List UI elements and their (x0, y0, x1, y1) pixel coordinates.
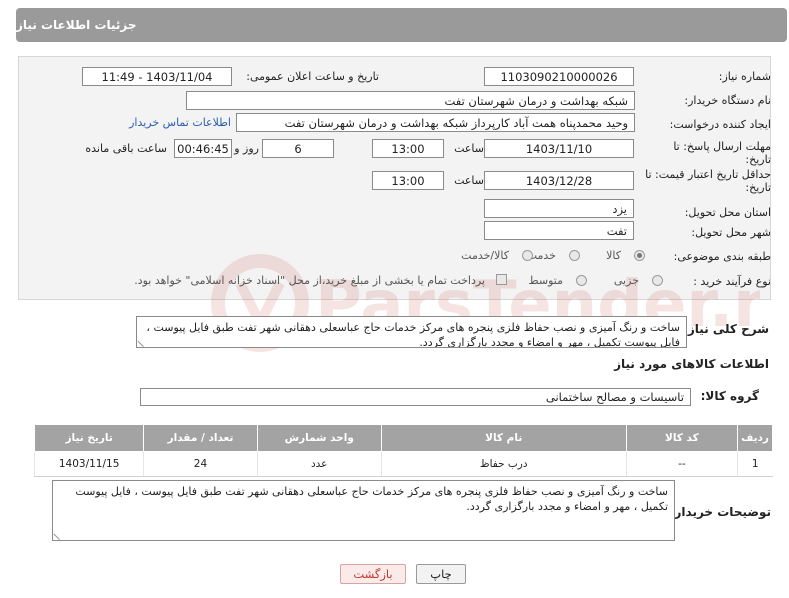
goods-section-title: اطلاعات کالاهای مورد نیاز (614, 357, 769, 371)
announce-field: 1403/11/04 - 11:49 (82, 67, 232, 86)
buyer-org-label: نام دستگاه خریدار: (684, 94, 771, 107)
back-button[interactable]: بازگشت (340, 564, 406, 584)
category-radio-both[interactable] (522, 250, 533, 261)
cell-need-date: 1403/11/15 (33, 451, 144, 477)
announce-label: تاریخ و ساعت اعلان عمومی: (246, 70, 379, 83)
table-row: 1 -- درب حفاظ عدد 24 1403/11/15 (33, 451, 773, 477)
treasury-payment-note: پرداخت تمام یا بخشی از مبلغ خرید،از محل … (134, 274, 485, 287)
cell-quantity: 24 (143, 451, 258, 477)
reply-deadline-date-label: تاریخ: (745, 153, 771, 166)
buyer-notes-label: توضیحات خریدار: (669, 505, 771, 519)
remaining-time-label: ساعت باقی مانده (85, 142, 167, 155)
need-number-label: شماره نیاز: (718, 70, 771, 83)
buyer-org-field: شبکه بهداشت و درمان شهرستان تفت (186, 91, 635, 110)
process-option-minor: جزیی (613, 274, 639, 287)
process-radio-minor[interactable] (652, 275, 663, 286)
category-radio-service[interactable] (569, 250, 580, 261)
city-label: شهر محل تحویل: (691, 226, 771, 239)
buyer-notes-text: ساخت و رنگ آمیزی و نصب حفاظ فلزی پنجره ه… (75, 485, 668, 513)
page-title: جزئیات اطلاعات نیاز (16, 8, 787, 42)
category-label: طبقه بندی موضوعی: (673, 250, 771, 263)
category-option-goods: کالا (606, 249, 621, 262)
cell-unit: عدد (256, 451, 382, 477)
goods-group-label: گروه کالا: (700, 389, 759, 403)
description-textarea[interactable]: ساخت و رنگ آمیزی و نصب حفاظ فلزی پنجره ه… (136, 316, 687, 348)
col-code: کد کالا (625, 424, 739, 452)
validity-time-field: 13:00 (372, 171, 444, 190)
days-label: روز و (234, 142, 259, 155)
province-label: استان محل تحویل: (684, 206, 771, 219)
description-text: ساخت و رنگ آمیزی و نصب حفاظ فلزی پنجره ه… (146, 321, 680, 348)
reply-time-field: 13:00 (372, 139, 444, 158)
cell-name: درب حفاظ (380, 451, 627, 477)
contact-info-link[interactable]: اطلاعات تماس خریدار (129, 116, 231, 129)
col-name: نام کالا (380, 424, 627, 452)
resize-handle-icon[interactable] (137, 334, 150, 347)
process-radio-medium[interactable] (576, 275, 587, 286)
validity-time-label: ساعت (454, 174, 484, 187)
description-label: شرح کلی نیاز: (683, 322, 769, 336)
cell-row: 1 (737, 451, 773, 477)
city-field: تفت (484, 221, 634, 240)
creator-field: وحید محمدپناه همت آباد کارپرداز شبکه بهد… (236, 113, 635, 132)
validity-label: حداقل تاریخ اعتبار قیمت: تا (645, 168, 771, 181)
treasury-payment-checkbox[interactable] (496, 274, 507, 285)
category-option-both: کالا/خدمت (461, 249, 509, 262)
col-need-date: تاریخ نیاز (33, 424, 145, 452)
reply-time-label: ساعت (454, 142, 484, 155)
validity-date-label: تاریخ: (745, 181, 771, 194)
cell-code: -- (625, 451, 738, 477)
category-radio-goods[interactable] (634, 250, 645, 261)
reply-date-field: 1403/11/10 (484, 139, 634, 158)
reply-deadline-label: مهلت ارسال پاسخ: تا (673, 140, 771, 153)
process-option-medium: متوسط (528, 274, 563, 287)
col-row: ردیف (737, 424, 773, 452)
goods-group-field: تاسیسات و مصالح ساختمانی (140, 388, 691, 406)
goods-table: ردیف کد کالا نام کالا واحد شمارش تعداد /… (33, 424, 773, 477)
process-type-label: نوع فرآیند خرید : (693, 275, 771, 288)
need-number-field: 1103090210000026 (484, 67, 634, 86)
resize-handle-icon[interactable] (53, 527, 66, 540)
province-field: یزد (484, 199, 634, 218)
buyer-notes-textarea[interactable]: ساخت و رنگ آمیزی و نصب حفاظ فلزی پنجره ه… (52, 480, 675, 541)
remaining-time-field: 00:46:45 (174, 139, 232, 158)
col-quantity: تعداد / مقدار (143, 424, 258, 452)
print-button[interactable]: چاپ (416, 564, 466, 584)
goods-table-header: ردیف کد کالا نام کالا واحد شمارش تعداد /… (33, 424, 773, 452)
col-unit: واحد شمارش (256, 424, 382, 452)
creator-label: ایجاد کننده درخواست: (669, 118, 771, 131)
days-field: 6 (262, 139, 334, 158)
validity-date-field: 1403/12/28 (484, 171, 634, 190)
